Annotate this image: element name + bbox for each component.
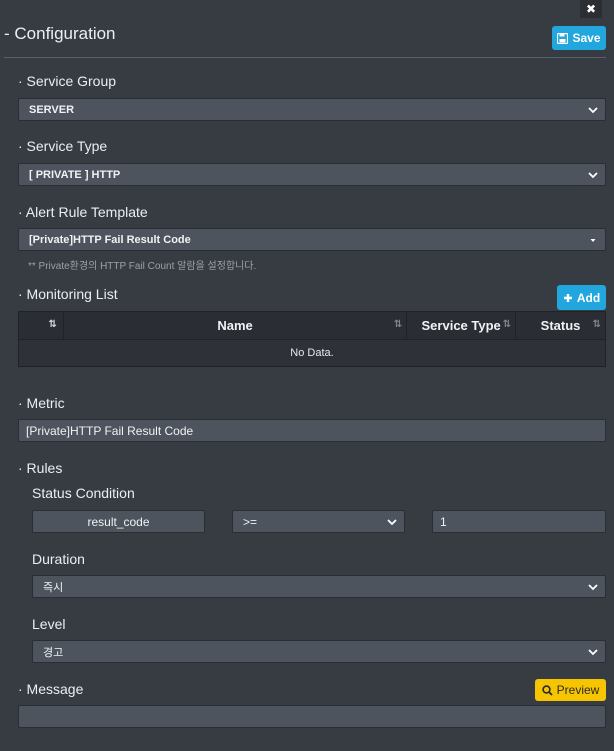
- column-header-status[interactable]: Status ⇅: [515, 311, 606, 340]
- duration-select[interactable]: 즉시: [32, 575, 606, 598]
- metric-value: [Private]HTTP Fail Result Code: [26, 423, 194, 438]
- sort-arrows-icon: ⇅: [393, 319, 403, 330]
- column-header-name[interactable]: Name ⇅: [62, 311, 408, 340]
- column-header-service-type[interactable]: Service Type ⇅: [406, 311, 517, 340]
- save-button[interactable]: Save: [552, 26, 606, 50]
- preview-button[interactable]: Preview: [535, 679, 606, 701]
- add-label: Add: [576, 290, 601, 305]
- status-condition-operator-select[interactable]: >=: [232, 510, 405, 533]
- duration-value: 즉시: [43, 581, 64, 594]
- level-select[interactable]: 경고: [32, 640, 606, 663]
- column-header-label: Service Type: [421, 318, 501, 333]
- duration-label: Duration: [32, 551, 85, 567]
- metric-label: · Metric: [18, 395, 65, 411]
- chevron-down-icon: [588, 649, 598, 656]
- column-header-label: Name: [217, 318, 253, 333]
- column-header-label: Status: [540, 318, 581, 333]
- alert-rule-template-hint: ** Private환경의 HTTP Fail Count 알람을 설정합니다.: [28, 261, 257, 272]
- chevron-down-icon: [588, 172, 598, 179]
- status-condition-field-value: result_code: [87, 514, 150, 529]
- table-row: No Data.: [18, 339, 606, 367]
- service-type-label: · Service Type: [18, 138, 108, 154]
- plus-icon: [563, 293, 572, 302]
- service-group-value: SERVER: [29, 103, 75, 116]
- monitoring-table: ⇅ Name ⇅ Service Type ⇅ Status ⇅ No Data…: [18, 311, 606, 367]
- status-condition-operator-value: >=: [243, 514, 258, 529]
- service-group-select[interactable]: SERVER: [18, 98, 606, 121]
- sort-arrows-icon: ⇅: [48, 319, 57, 330]
- alert-rule-template-select[interactable]: [Private]HTTP Fail Result Code: [18, 228, 606, 251]
- status-condition-value: 1: [440, 514, 447, 529]
- service-group-label: · Service Group: [18, 73, 117, 89]
- sort-arrows-icon: ⇅: [592, 319, 601, 330]
- close-button[interactable]: ✖: [580, 0, 602, 18]
- rules-label: · Rules: [18, 460, 63, 476]
- empty-table-message: No Data.: [18, 339, 606, 367]
- close-icon: ✖: [585, 2, 597, 16]
- metric-field[interactable]: [Private]HTTP Fail Result Code: [18, 419, 606, 442]
- alert-rule-template-value: [Private]HTTP Fail Result Code: [29, 233, 191, 246]
- chevron-down-icon: [588, 107, 598, 114]
- select-column-header[interactable]: ⇅: [18, 311, 64, 340]
- preview-label: Preview: [556, 683, 600, 697]
- chevron-down-icon: [588, 584, 598, 591]
- alert-rule-template-label: · Alert Rule Template: [18, 204, 148, 220]
- chevron-down-icon: [387, 519, 397, 526]
- caret-down-icon: [590, 239, 596, 242]
- message-input[interactable]: [18, 705, 606, 728]
- status-condition-label: Status Condition: [32, 485, 135, 501]
- level-value: 경고: [43, 646, 64, 659]
- status-condition-field-input[interactable]: result_code: [32, 510, 205, 533]
- header-divider: [4, 57, 606, 58]
- monitoring-list-label: · Monitoring List: [18, 286, 118, 302]
- service-type-value: [ PRIVATE ] HTTP: [29, 168, 121, 181]
- floppy-disk-icon: [557, 32, 569, 44]
- level-label: Level: [32, 616, 66, 632]
- page-title: - Configuration: [4, 24, 116, 43]
- status-condition-value-input[interactable]: 1: [432, 510, 606, 533]
- service-type-select[interactable]: [ PRIVATE ] HTTP: [18, 163, 606, 186]
- search-icon: [541, 684, 553, 696]
- add-button[interactable]: Add: [557, 285, 606, 310]
- sort-arrows-icon: ⇅: [502, 319, 512, 330]
- save-label: Save: [572, 31, 601, 45]
- message-label: · Message: [18, 681, 84, 697]
